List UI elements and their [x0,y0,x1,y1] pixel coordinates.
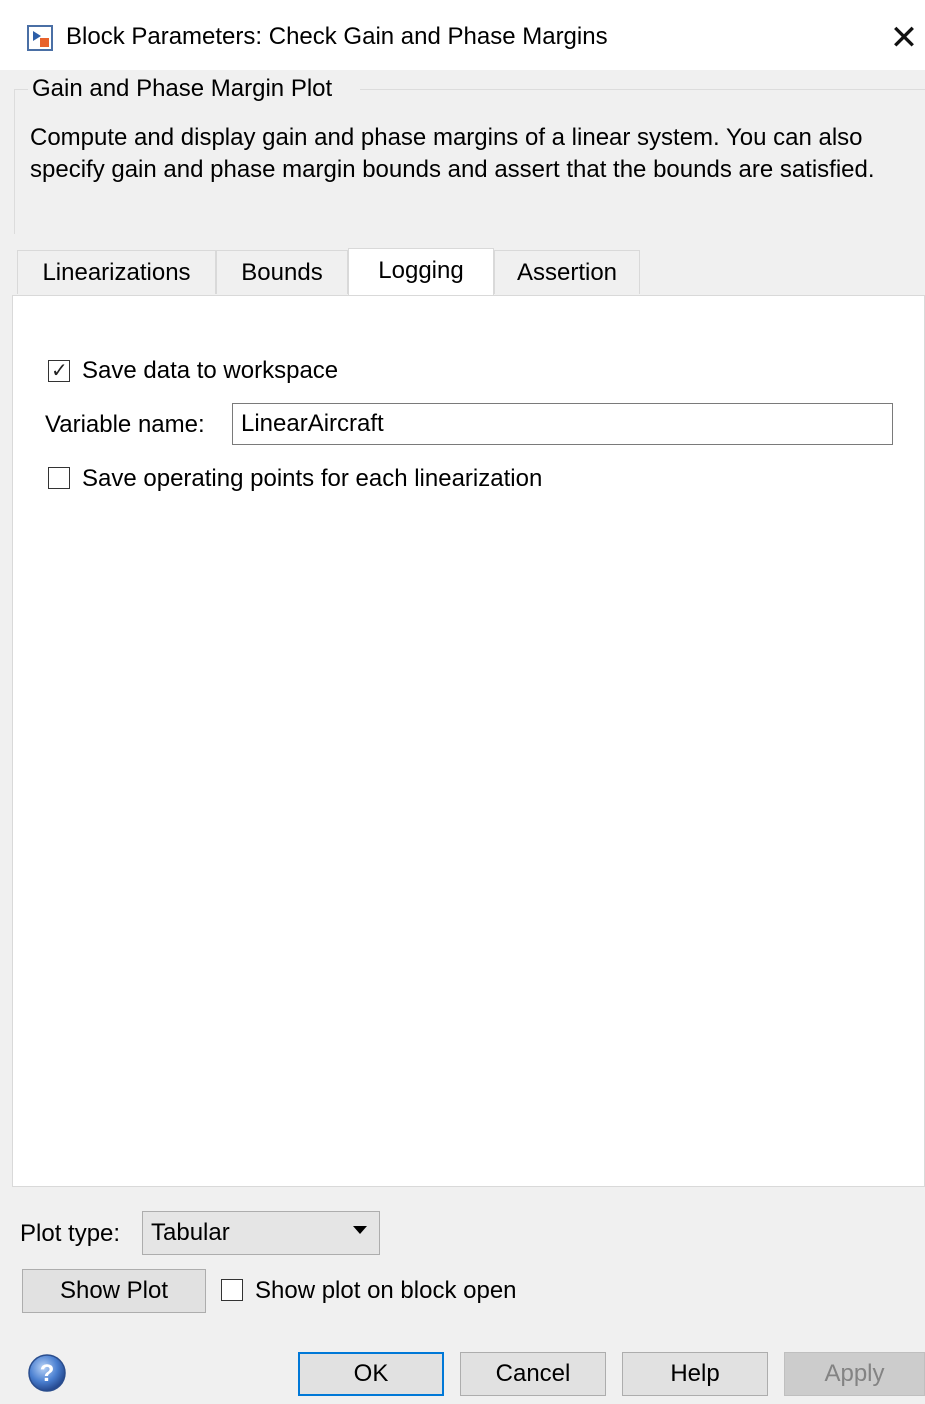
title-bar: Block Parameters: Check Gain and Phase M… [0,0,925,70]
variable-name-label: Variable name: [45,411,205,438]
tab-logging[interactable]: Logging [348,248,494,296]
ok-button[interactable]: OK [298,1352,444,1396]
close-icon[interactable]: ✕ [884,18,924,58]
svg-text:?: ? [40,1360,55,1387]
plot-type-dropdown[interactable]: Tabular [142,1211,380,1255]
cancel-button[interactable]: Cancel [460,1352,606,1396]
tab-assertion[interactable]: Assertion [494,250,640,294]
help-button[interactable]: Help [622,1352,768,1396]
save-op-points-checkbox[interactable] [48,467,70,489]
group-border [360,89,925,90]
plot-type-value: Tabular [151,1219,230,1246]
plot-type-label: Plot type: [20,1220,121,1247]
save-data-checkbox[interactable]: ✓ [48,358,70,382]
block-description: Compute and display gain and phase margi… [30,124,875,183]
chevron-down-icon [353,1226,367,1234]
save-data-label: Save data to workspace [82,357,339,384]
simulink-block-icon [27,25,53,51]
window-title: Block Parameters: Check Gain and Phase M… [66,23,608,50]
apply-button[interactable]: Apply [784,1352,925,1396]
question-mark-icon[interactable]: ? [27,1353,67,1393]
tab-bounds[interactable]: Bounds [216,250,348,294]
checkmark-icon: ✓ [51,358,68,382]
save-op-points-label: Save operating points for each lineariza… [82,465,543,492]
show-plot-button[interactable]: Show Plot [22,1269,206,1313]
show-on-open-label: Show plot on block open [255,1277,517,1304]
group-border [14,89,28,90]
group-border [14,89,15,234]
variable-name-input[interactable] [232,403,893,445]
show-on-open-checkbox[interactable] [221,1279,243,1301]
tab-linearizations[interactable]: Linearizations [17,250,216,294]
group-title: Gain and Phase Margin Plot [32,74,337,104]
